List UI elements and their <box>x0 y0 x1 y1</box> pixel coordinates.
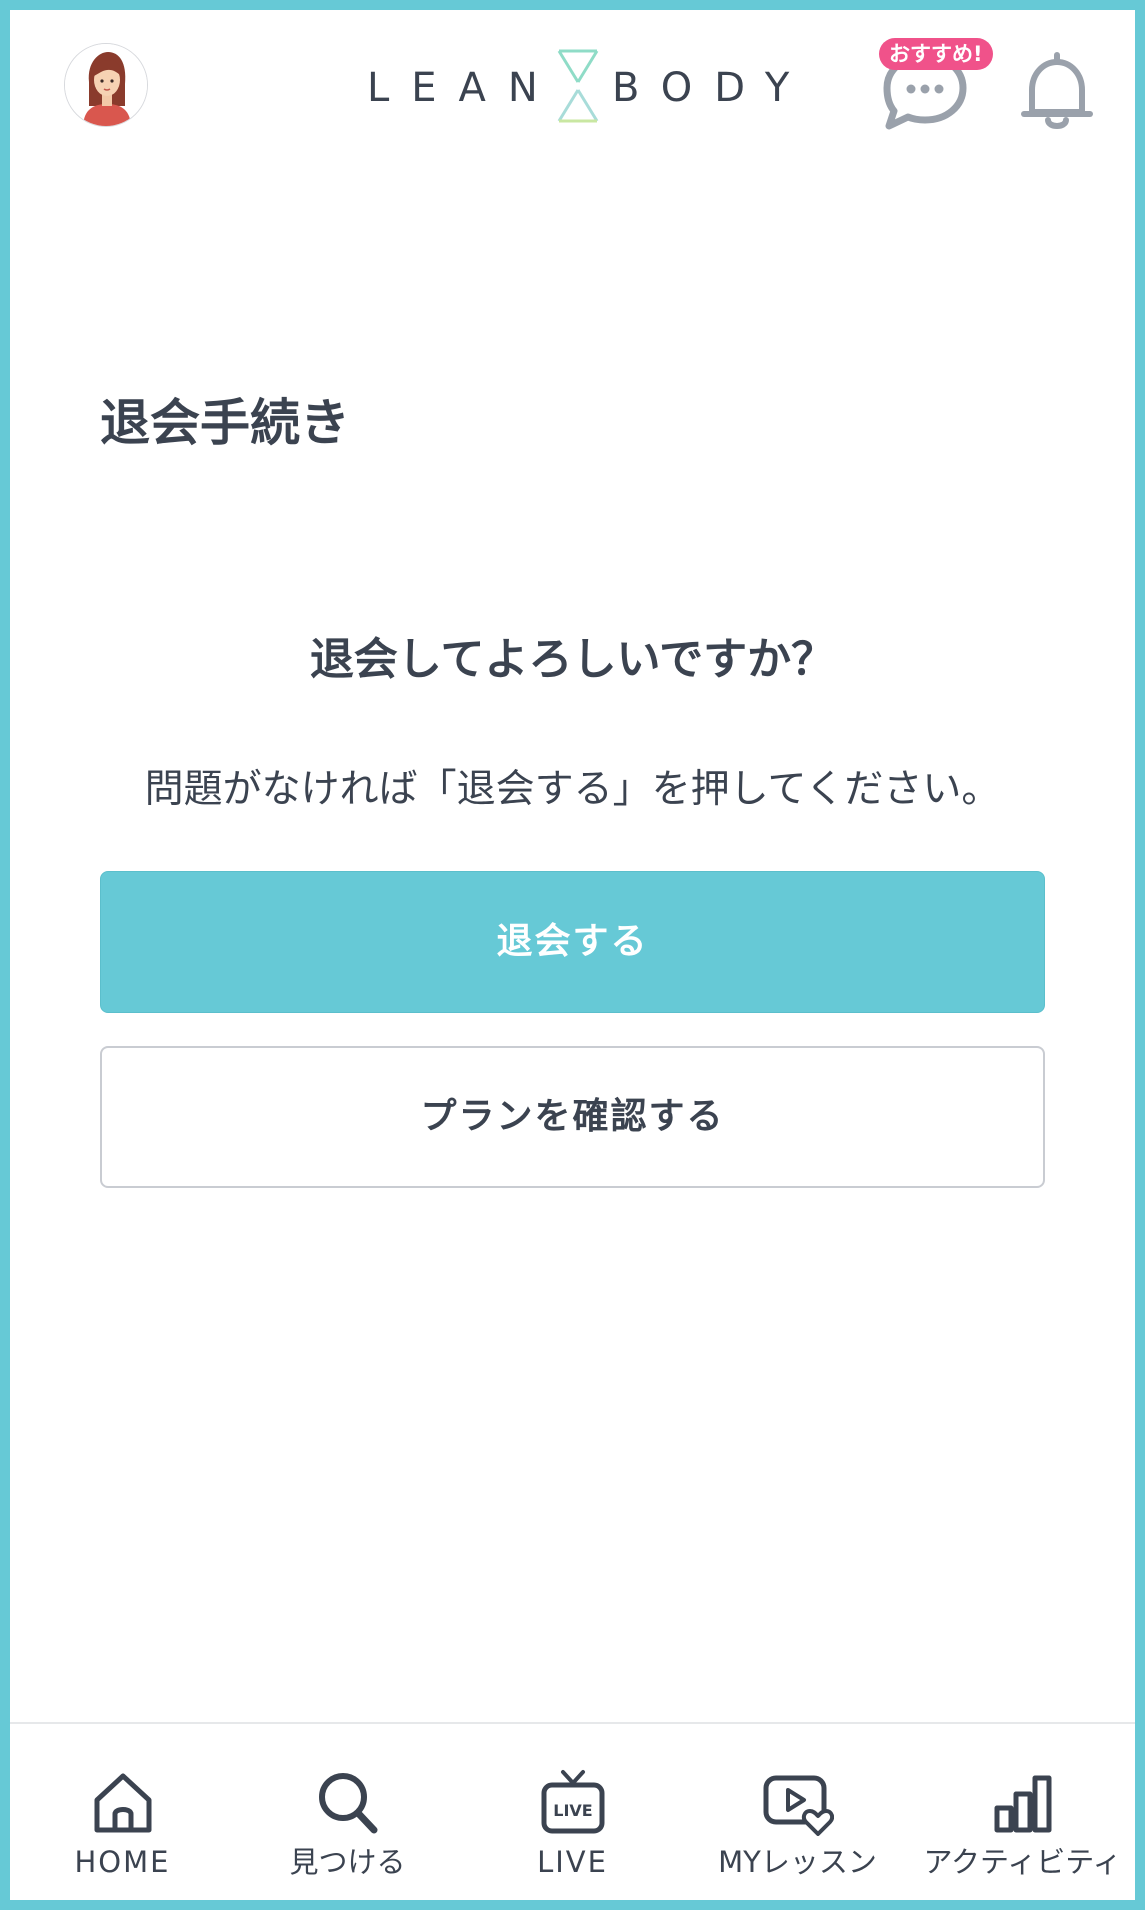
header: LEAN BODY おすすめ! <box>10 10 1135 170</box>
notification-bell-icon[interactable] <box>1020 52 1094 132</box>
svg-text:LIVE: LIVE <box>553 1801 592 1820</box>
nav-item-activity[interactable]: アクティビティ <box>910 1724 1135 1900</box>
bottom-nav: HOME 見つける LIVE LIVE MYレッスン アクティビティ <box>10 1722 1135 1900</box>
hourglass-logo-icon <box>557 49 599 123</box>
nav-item-discover[interactable]: 見つける <box>235 1724 460 1900</box>
nav-label-activity: アクティビティ <box>923 1845 1122 1879</box>
nav-label-discover: 見つける <box>289 1845 406 1879</box>
home-icon <box>94 1773 151 1833</box>
live-tv-icon: LIVE <box>541 1770 604 1834</box>
avatar-woman-icon <box>65 44 147 126</box>
logo-text-lean: LEAN <box>367 65 560 111</box>
nav-label-live: LIVE <box>537 1845 608 1879</box>
recommend-badge: おすすめ! <box>879 38 993 70</box>
nav-item-my-lesson[interactable]: MYレッスン <box>685 1724 910 1900</box>
activity-chart-icon <box>994 1775 1051 1833</box>
logo-text-body: BODY <box>612 65 812 111</box>
app-screen: LEAN BODY おすすめ! 退会手続き 退会してよろしいですか？ 問題がなけ… <box>10 10 1135 1900</box>
nav-label-home: HOME <box>74 1845 171 1879</box>
check-plan-button[interactable]: プランを確認する <box>100 1046 1045 1188</box>
nav-item-home[interactable]: HOME <box>10 1724 235 1900</box>
my-lesson-icon <box>763 1775 834 1836</box>
nav-item-live[interactable]: LIVE LIVE <box>460 1724 685 1900</box>
instruction-text: 問題がなければ「退会する」を押してください。 <box>144 767 1001 812</box>
search-icon <box>318 1773 377 1834</box>
profile-avatar[interactable] <box>64 43 148 127</box>
confirm-question: 退会してよろしいですか？ <box>309 634 836 685</box>
withdraw-button[interactable]: 退会する <box>100 871 1045 1013</box>
page-title: 退会手続き <box>100 394 350 452</box>
lean-body-logo: LEAN BODY <box>367 48 789 128</box>
nav-label-my-lesson: MYレッスン <box>718 1845 877 1879</box>
